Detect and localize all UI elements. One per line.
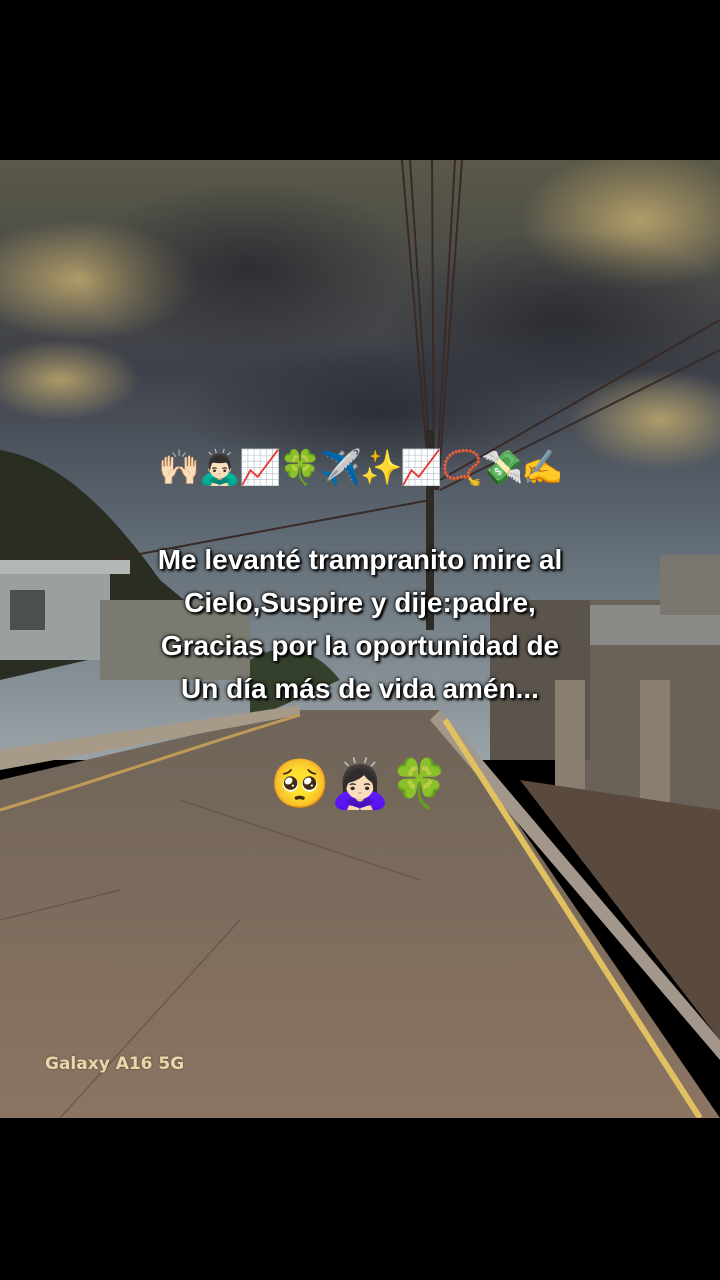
- camera-watermark: Galaxy A16 5G: [45, 1054, 185, 1074]
- caption-line: Gracias por la oportunidad de: [160, 630, 560, 661]
- caption-text: Me levanté trampranito mire al Cielo,Sus…: [0, 538, 720, 710]
- emoji-row-bottom: 🥺🙇🏻‍♀️🍀: [270, 758, 450, 811]
- letterbox-top: [0, 0, 720, 160]
- caption-line: Un día más de vida amén...: [181, 673, 539, 704]
- caption-line: Me levanté trampranito mire al: [157, 544, 563, 575]
- emoji-row-top: 🙌🏻🙇🏻‍♂️📈🍀✈️✨📈📿💸✍️: [158, 449, 563, 487]
- letterbox-bottom: [0, 1118, 720, 1280]
- caption-line: Cielo,Suspire y dije:padre,: [184, 587, 536, 618]
